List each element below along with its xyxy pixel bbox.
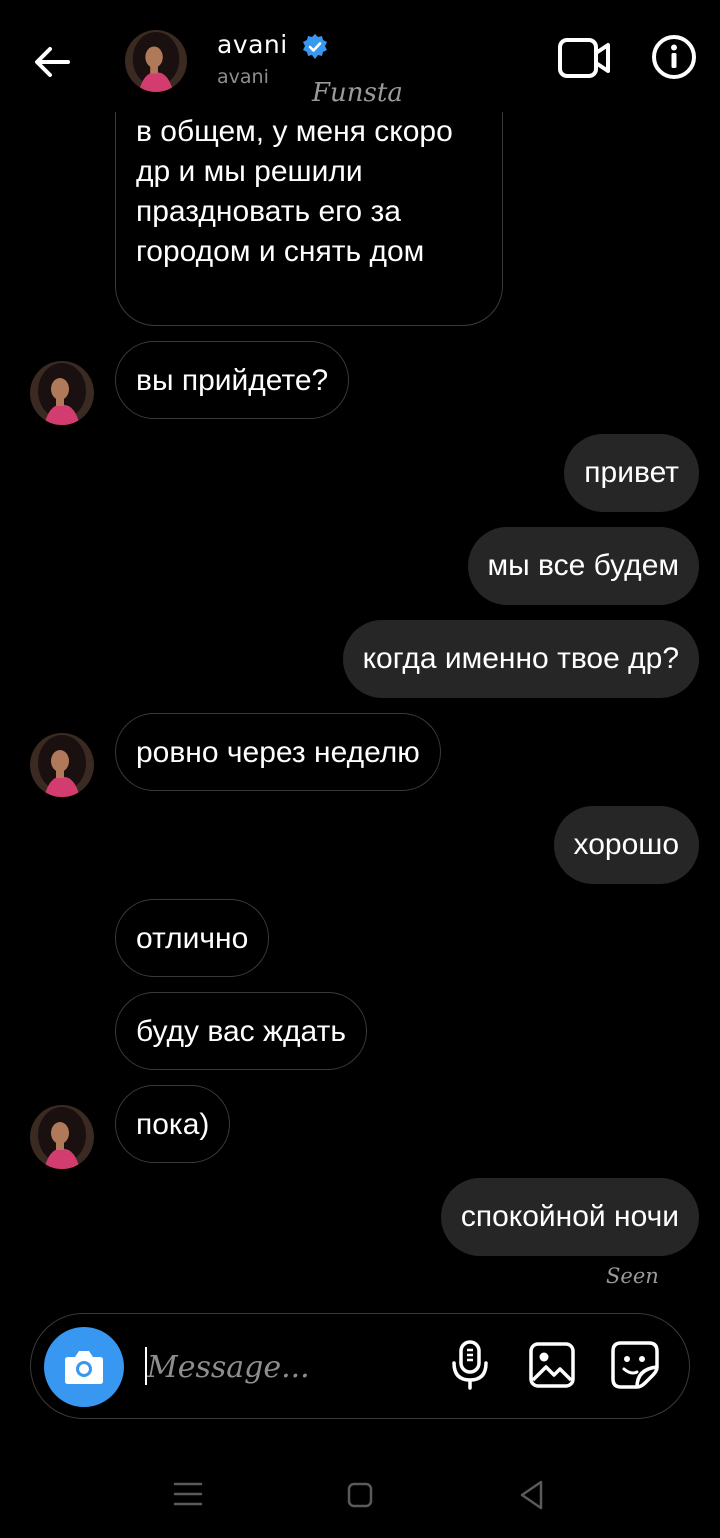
text-cursor xyxy=(145,1347,147,1385)
message-incoming[interactable]: ровно через неделю xyxy=(115,713,441,791)
home-icon[interactable] xyxy=(342,1478,378,1512)
sender-avatar[interactable] xyxy=(30,361,94,425)
message-incoming[interactable]: вы прийдете? xyxy=(115,341,350,419)
info-icon[interactable] xyxy=(650,33,698,81)
recent-apps-icon[interactable] xyxy=(170,1478,206,1510)
message-text: ровно через неделю xyxy=(136,736,420,769)
message-text: спокойной ночи xyxy=(460,1200,679,1233)
message-text: отлично xyxy=(136,922,249,955)
camera-button[interactable] xyxy=(44,1327,124,1407)
message-outgoing[interactable]: хорошо xyxy=(553,806,699,884)
message-text: пока) xyxy=(136,1108,210,1141)
seen-indicator: Seen xyxy=(606,1264,659,1288)
microphone-icon[interactable] xyxy=(446,1339,494,1391)
verified-badge-icon xyxy=(303,34,327,59)
watermark-tag: Funsta xyxy=(312,78,403,108)
chat-header: avani avani Funsta xyxy=(0,0,720,112)
message-text: в общем, у меня скоро др и мы решили пра… xyxy=(136,115,453,268)
message-outgoing[interactable]: когда именно твое др? xyxy=(342,620,699,698)
video-call-icon[interactable] xyxy=(556,34,612,82)
sticker-icon[interactable] xyxy=(609,1339,661,1391)
message-text: привет xyxy=(584,456,679,489)
message-text: хорошо xyxy=(573,828,679,861)
message-incoming[interactable]: в общем, у меня скоро др и мы решили пра… xyxy=(115,112,503,326)
sender-avatar[interactable] xyxy=(30,1105,94,1169)
message-text: буду вас ждать xyxy=(136,1015,346,1048)
message-outgoing[interactable]: привет xyxy=(564,434,699,512)
message-text: когда именно твое др? xyxy=(362,642,679,675)
back-arrow-icon[interactable] xyxy=(28,38,76,86)
message-incoming[interactable]: отлично xyxy=(115,899,270,977)
camera-icon xyxy=(65,1351,103,1384)
profile-avatar[interactable] xyxy=(125,30,187,92)
message-input[interactable] xyxy=(145,1344,429,1390)
sender-avatar[interactable] xyxy=(30,733,94,797)
contact-username: avani xyxy=(217,66,269,88)
nav-back-icon[interactable] xyxy=(514,1476,550,1514)
message-incoming[interactable]: буду вас ждать xyxy=(115,992,367,1070)
message-text: вы прийдете? xyxy=(136,364,329,397)
message-outgoing[interactable]: мы все будем xyxy=(467,527,699,605)
message-outgoing[interactable]: спокойной ночи xyxy=(440,1178,699,1256)
gallery-icon[interactable] xyxy=(527,1340,577,1390)
contact-name[interactable]: avani xyxy=(217,30,288,59)
message-text: мы все будем xyxy=(487,549,679,582)
message-incoming[interactable]: пока) xyxy=(115,1085,231,1163)
